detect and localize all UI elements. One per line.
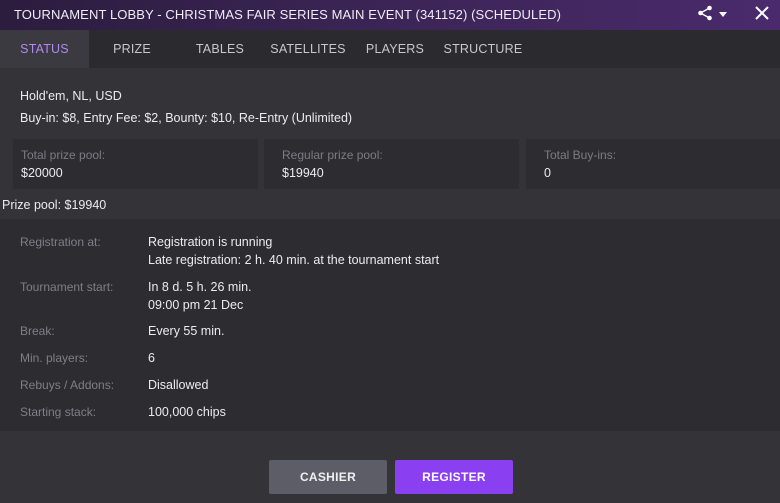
stat-label: Total prize pool:: [21, 148, 106, 162]
register-button[interactable]: REGISTER: [395, 460, 513, 494]
tab-prize[interactable]: PRIZE: [89, 30, 175, 68]
caret-down-icon: [718, 6, 728, 24]
stat-card-total-buyins: Total Buy-ins: 0: [526, 139, 780, 189]
tournament-start-time: 09:00 pm 21 Dec: [148, 298, 244, 312]
close-icon: [755, 5, 769, 25]
share-button[interactable]: [696, 5, 732, 25]
title-bar: TOURNAMENT LOBBY - CHRISTMAS FAIR SERIES…: [0, 0, 780, 30]
stat-card-regular-prize-pool: Regular prize pool: $19940: [264, 139, 519, 189]
tab-structure[interactable]: STRUCTURE: [439, 30, 527, 68]
prize-pool-heading: Prize pool: $19940: [2, 198, 107, 212]
registration-status: Registration is running: [148, 235, 273, 249]
break-value: Every 55 min.: [148, 324, 225, 338]
details-panel: Registration at: Registration is running…: [0, 219, 780, 431]
min-players-label: Min. players:: [20, 351, 89, 365]
stat-label: Regular prize pool:: [282, 148, 383, 162]
tab-satellites[interactable]: SATELLITES: [265, 30, 351, 68]
game-type: Hold'em, NL, USD: [20, 89, 122, 103]
stat-value: $20000: [21, 166, 63, 180]
late-registration: Late registration: 2 h. 40 min. at the t…: [148, 253, 440, 267]
tournament-start-countdown: In 8 d. 5 h. 26 min.: [148, 280, 252, 294]
min-players-value: 6: [148, 351, 155, 365]
starting-stack-label: Starting stack:: [20, 405, 97, 419]
registration-label: Registration at:: [20, 235, 101, 249]
tab-tables[interactable]: TABLES: [175, 30, 265, 68]
rebuys-label: Rebuys / Addons:: [20, 378, 115, 392]
stat-card-total-prize-pool: Total prize pool: $20000: [13, 139, 258, 189]
window-title: TOURNAMENT LOBBY - CHRISTMAS FAIR SERIES…: [14, 7, 562, 22]
tab-bar: STATUS PRIZE TABLES SATELLITES PLAYERS S…: [0, 30, 780, 68]
share-icon: [696, 4, 714, 27]
break-label: Break:: [20, 324, 55, 338]
tournament-start-label: Tournament start:: [20, 280, 114, 294]
close-button[interactable]: [752, 5, 772, 25]
buyin-info: Buy-in: $8, Entry Fee: $2, Bounty: $10, …: [20, 111, 353, 125]
stat-label: Total Buy-ins:: [544, 148, 617, 162]
tab-players[interactable]: PLAYERS: [351, 30, 439, 68]
stat-value: 0: [544, 166, 551, 180]
tab-status[interactable]: STATUS: [0, 30, 89, 68]
starting-stack-value: 100,000 chips: [148, 405, 226, 419]
rebuys-value: Disallowed: [148, 378, 209, 392]
stat-value: $19940: [282, 166, 324, 180]
cashier-button[interactable]: CASHIER: [269, 460, 387, 494]
